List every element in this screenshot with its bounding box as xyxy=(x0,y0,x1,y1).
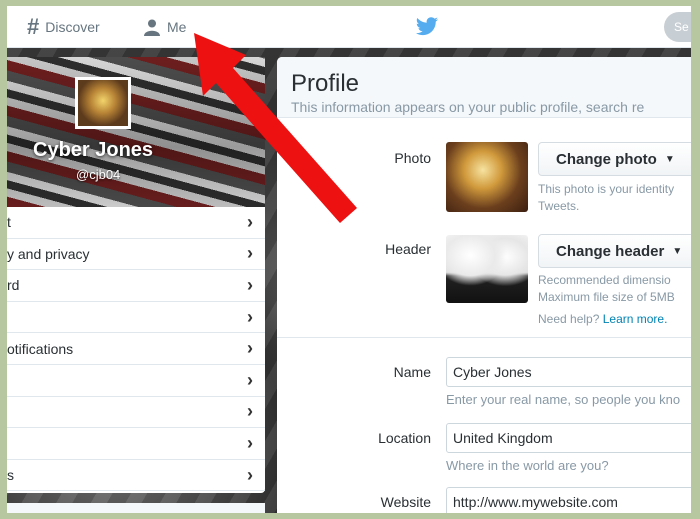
header-label: Header xyxy=(385,241,431,257)
screenshot-frame: # Discover Me Se Cyber Jones @cjb04 t › … xyxy=(7,6,691,513)
menu-item-label: otifications xyxy=(7,340,74,357)
name-help-text: Enter your real name, so people you kno xyxy=(446,392,681,407)
chevron-right-icon: › xyxy=(247,401,253,422)
profile-handle[interactable]: @cjb04 xyxy=(76,167,120,182)
profile-display-name[interactable]: Cyber Jones xyxy=(33,139,153,162)
chevron-right-icon: › xyxy=(247,464,253,485)
location-label: Location xyxy=(378,430,431,446)
photo-help-line: Tweets. xyxy=(538,199,580,213)
menu-item-profile[interactable]: › xyxy=(7,365,265,397)
menu-item-design[interactable]: › xyxy=(7,397,265,429)
website-label: Website xyxy=(380,494,431,510)
page-title: Profile xyxy=(291,70,360,97)
photo-label: Photo xyxy=(394,150,431,166)
need-help-label: Need help? xyxy=(538,312,600,326)
page-subtitle: This information appears on your public … xyxy=(291,99,645,115)
menu-item-apps[interactable]: › xyxy=(7,428,265,460)
change-photo-label: Change photo xyxy=(556,150,657,168)
nav-discover-label: Discover xyxy=(45,19,100,35)
header-help-line: Maximum file size of 5MB xyxy=(538,290,675,304)
nav-discover[interactable]: # Discover xyxy=(27,16,100,38)
header-help-text: Recommended dimensio Maximum file size o… xyxy=(538,272,675,306)
website-field[interactable] xyxy=(446,487,691,513)
menu-item-security-privacy[interactable]: y and privacy › xyxy=(7,239,265,271)
name-label: Name xyxy=(393,364,431,380)
panel-header: Profile This information appears on your… xyxy=(277,57,691,118)
photo-help-text: This photo is your identity Tweets. xyxy=(538,181,674,215)
avatar[interactable] xyxy=(75,77,131,129)
top-nav: # Discover Me Se xyxy=(7,6,691,48)
chevron-right-icon: › xyxy=(247,306,253,327)
caret-down-icon: ▼ xyxy=(672,245,683,257)
chevron-right-icon: › xyxy=(247,243,253,264)
need-help-text: Need help? Learn more. xyxy=(538,311,667,328)
change-header-button[interactable]: Change header ▼ xyxy=(538,234,691,268)
change-photo-button[interactable]: Change photo ▼ xyxy=(538,142,691,176)
header-help-line: Recommended dimensio xyxy=(538,273,671,287)
chevron-right-icon: › xyxy=(247,338,253,359)
caret-down-icon: ▼ xyxy=(664,153,675,165)
menu-item-label: t xyxy=(7,214,11,231)
name-field[interactable] xyxy=(446,357,691,387)
menu-item-label: rd xyxy=(7,277,20,294)
search-input[interactable]: Se xyxy=(664,12,691,42)
twitter-bird-icon[interactable] xyxy=(415,17,439,37)
settings-menu: t › y and privacy › rd › › otifications … xyxy=(7,207,265,493)
chevron-right-icon: › xyxy=(247,274,253,295)
profile-settings-panel: Profile This information appears on your… xyxy=(277,57,691,513)
chevron-right-icon: › xyxy=(247,432,253,453)
section-divider xyxy=(277,337,691,338)
menu-item-widgets[interactable]: s › xyxy=(7,460,265,492)
menu-item-label: s xyxy=(7,467,14,484)
menu-item-mobile[interactable]: › xyxy=(7,302,265,334)
profile-card[interactable]: Cyber Jones @cjb04 xyxy=(7,57,265,207)
chevron-right-icon: › xyxy=(247,369,253,390)
menu-item-notifications[interactable]: otifications › xyxy=(7,333,265,365)
nav-me-label: Me xyxy=(167,19,187,35)
learn-more-link[interactable]: Learn more. xyxy=(603,312,668,326)
nav-me[interactable]: Me xyxy=(143,16,186,38)
profile-photo-thumbnail xyxy=(446,142,528,212)
menu-item-account[interactable]: t › xyxy=(7,207,265,239)
location-field[interactable] xyxy=(446,423,691,453)
hashtag-icon: # xyxy=(27,14,40,39)
photo-help-line: This photo is your identity xyxy=(538,182,675,196)
location-help-text: Where in the world are you? xyxy=(446,458,609,473)
person-icon xyxy=(144,19,160,36)
chevron-right-icon: › xyxy=(247,211,253,232)
menu-item-password[interactable]: rd › xyxy=(7,270,265,302)
header-image-thumbnail xyxy=(446,235,528,303)
change-header-label: Change header xyxy=(556,242,665,260)
menu-item-label: y and privacy xyxy=(7,245,90,262)
menu-footer xyxy=(7,503,265,513)
